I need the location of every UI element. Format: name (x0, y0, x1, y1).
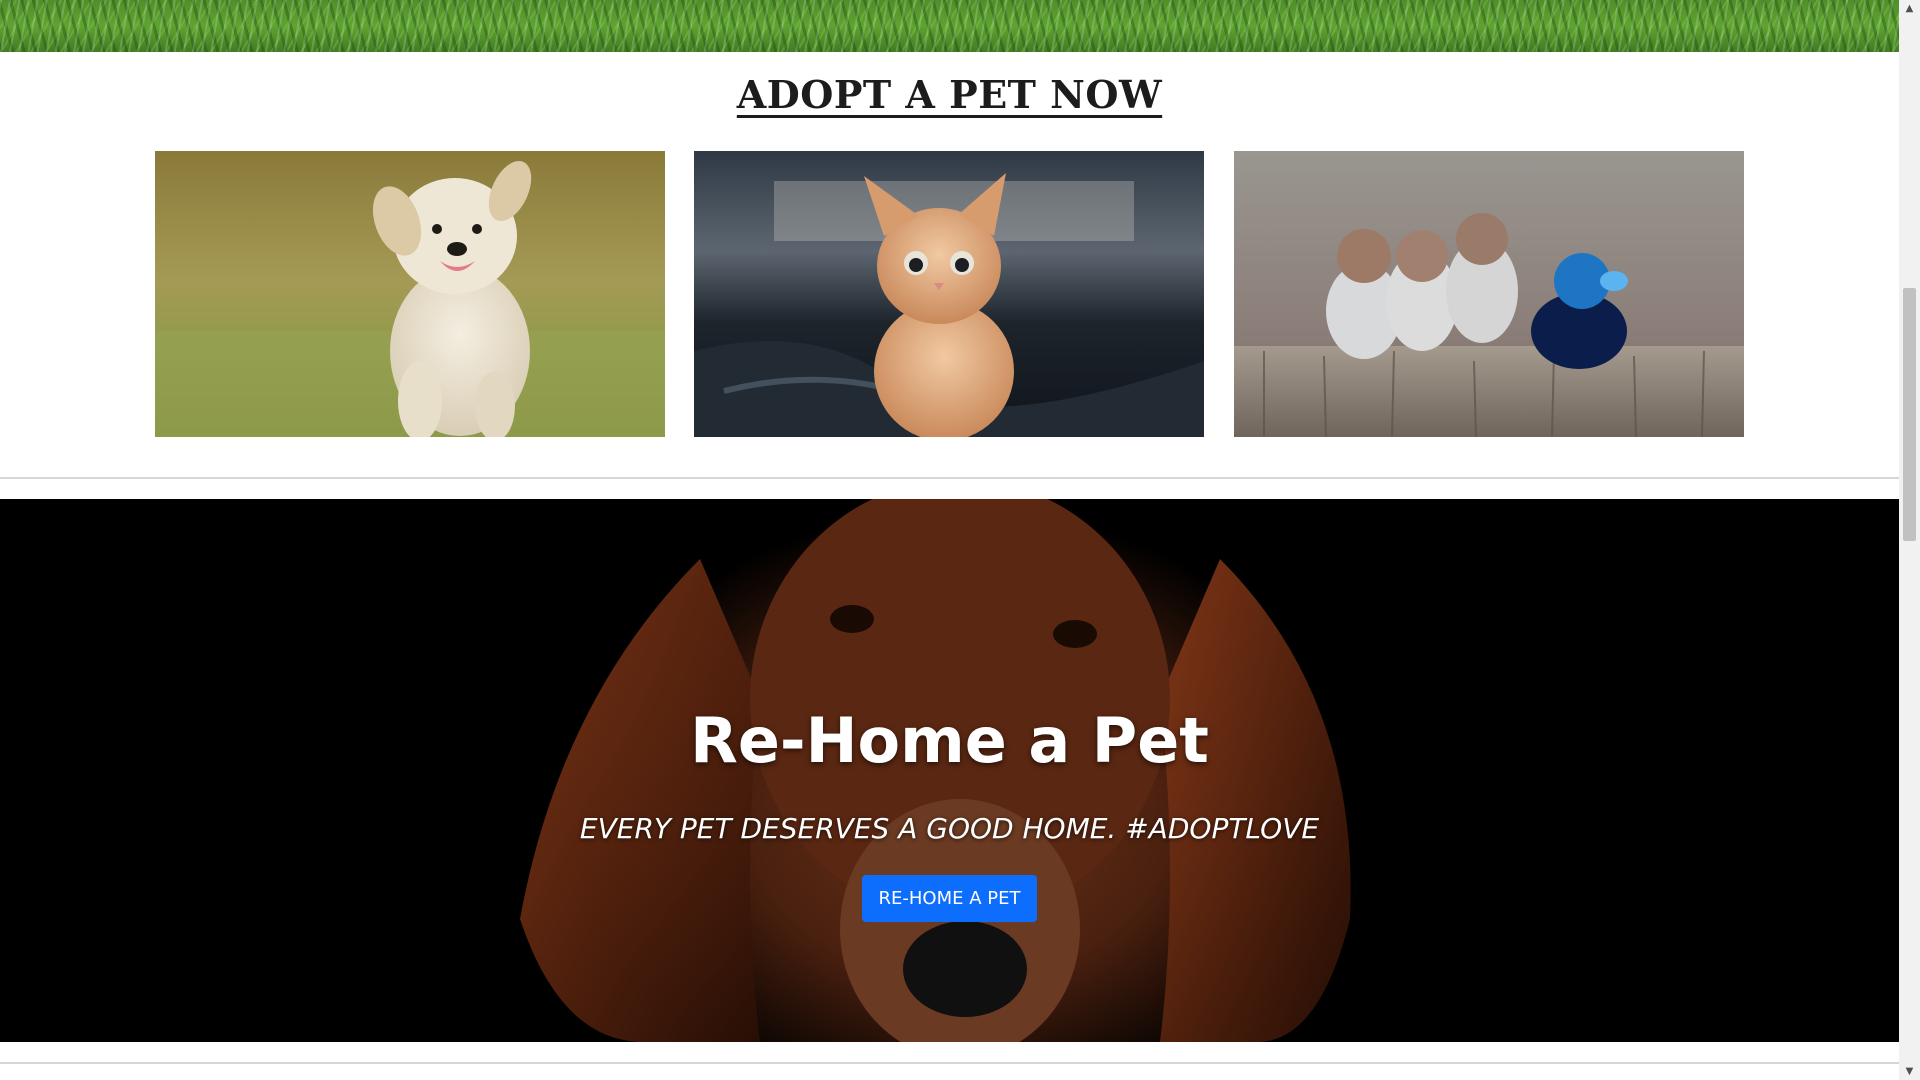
scrollbar-thumb[interactable] (1903, 288, 1916, 541)
hero-title: Re-Home a Pet (690, 704, 1209, 777)
rehome-hero-section: Re-Home a Pet EVERY PET DESERVES A GOOD … (0, 499, 1899, 1042)
hero-content: Re-Home a Pet EVERY PET DESERVES A GOOD … (0, 499, 1899, 1042)
kitten-image[interactable] (694, 151, 1204, 437)
grass-banner-image (0, 0, 1899, 52)
hero-subtitle: EVERY PET DESERVES A GOOD HOME. #ADOPTLO… (579, 812, 1320, 845)
scroll-up-arrow-icon[interactable]: ▲ (1899, 0, 1920, 17)
scroll-down-arrow-icon[interactable]: ▼ (1899, 1063, 1920, 1080)
section-divider (0, 1062, 1899, 1064)
page: ADOPT A PET NOW Re-Home a Pet EVERY PET … (0, 0, 1899, 1080)
birds-image[interactable] (1234, 151, 1744, 437)
section-divider (0, 477, 1899, 479)
vertical-scrollbar[interactable]: ▲ ▼ (1899, 0, 1920, 1080)
rehome-pet-button[interactable]: RE-HOME A PET (862, 875, 1037, 922)
puppy-image[interactable] (155, 151, 665, 437)
adopt-section-title: ADOPT A PET NOW (736, 72, 1163, 117)
